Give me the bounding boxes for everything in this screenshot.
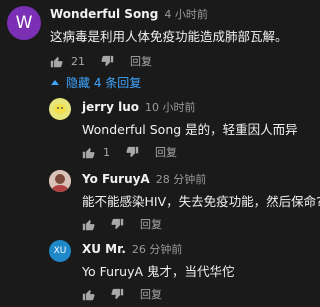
like-button[interactable]: 21 [50,55,85,68]
like-button[interactable] [82,288,95,301]
comment-text: 这病毒是利用人体免疫功能造成肺部瓦解。 [50,29,288,44]
like-count: 1 [103,145,110,159]
reply-author[interactable]: XU Mr. [82,242,126,256]
reply-header: jerry luo 10 小时前 [82,99,196,115]
reply-actions: 回复 [82,216,162,232]
reply-button[interactable]: 回复 [155,144,177,160]
comment-author[interactable]: Wonderful Song [50,7,158,21]
reply-text: 能不能感染HIV，失去免疫功能，然后保命? [82,194,320,209]
dislike-button[interactable] [111,288,124,301]
avatar[interactable]: XU [49,240,71,262]
reply-time[interactable]: 10 小时前 [145,101,196,114]
dislike-button[interactable] [111,218,124,231]
thumbs-up-icon [82,147,95,158]
reply-header: XU Mr. 26 分钟前 [82,241,182,257]
reply-text: Wonderful Song 是的，轻重因人而异 [82,122,298,137]
profile-photo-icon [49,170,71,192]
avatar-letter: W [15,13,33,33]
thumbs-down-icon [111,218,124,229]
avatar[interactable] [49,170,71,192]
dislike-button[interactable] [101,55,114,68]
avatar[interactable]: W [7,6,41,40]
reply-author[interactable]: jerry luo [82,100,139,114]
reply-button[interactable]: 回复 [140,286,162,302]
reply-time[interactable]: 28 分钟前 [156,173,207,186]
reply-actions: 回复 [82,286,162,302]
thumbs-down-icon [101,55,114,66]
lemon-avatar-icon [54,104,66,114]
reply-button[interactable]: 回复 [130,53,152,69]
thumbs-down-icon [111,288,124,299]
reply-author[interactable]: Yo FuruyA [82,172,150,186]
thumbs-up-icon [82,219,95,230]
reply-text: Yo FuruyA 鬼才，当代华佗 [82,264,235,279]
reply-button[interactable]: 回复 [140,216,162,232]
thumbs-up-icon [50,56,63,67]
comment-actions: 21 回复 [50,53,152,69]
reply-header: Yo FuruyA 28 分钟前 [82,171,206,187]
comment-time[interactable]: 4 小时前 [164,8,208,21]
like-button[interactable]: 1 [82,146,110,159]
chevron-up-icon [51,79,59,85]
avatar-letter: XU [53,246,67,256]
dislike-button[interactable] [126,146,139,159]
comment-header: Wonderful Song 4 小时前 [50,6,208,22]
hide-replies-button[interactable]: 隐藏 4 条回复 [50,74,141,91]
like-count: 21 [71,54,85,68]
avatar[interactable] [49,98,71,120]
thumbs-up-icon [82,289,95,300]
hide-replies-label: 隐藏 4 条回复 [66,76,142,90]
reply-time[interactable]: 26 分钟前 [132,243,183,256]
like-button[interactable] [82,218,95,231]
thumbs-down-icon [126,146,139,157]
reply-actions: 1 回复 [82,144,177,160]
